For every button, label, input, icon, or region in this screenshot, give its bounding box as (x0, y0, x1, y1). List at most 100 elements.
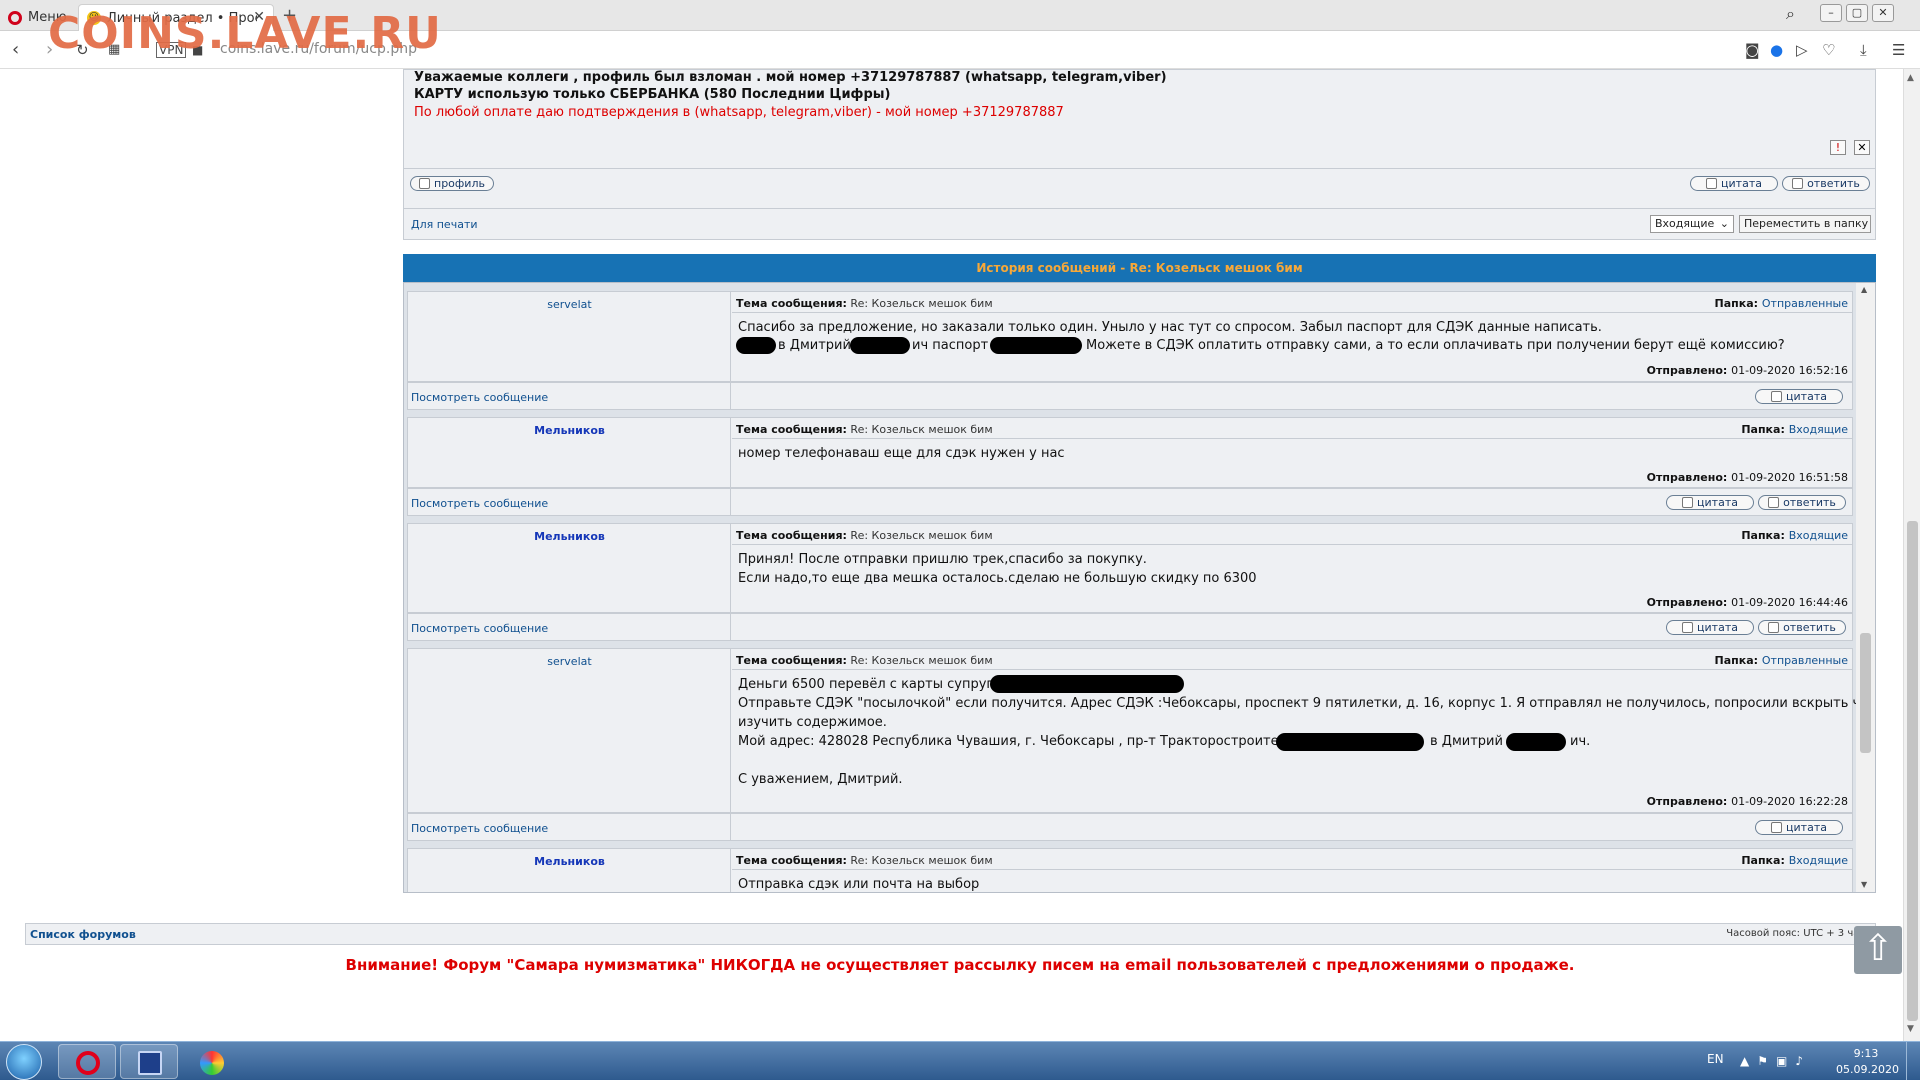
arrow-up-icon: ⇧ (1862, 928, 1894, 969)
view-message-link[interactable]: Посмотреть сообщение (411, 391, 548, 404)
scroll-down-icon[interactable]: ▼ (1861, 880, 1867, 889)
message-row: servelat Тема сообщения: Re: Козельск ме… (407, 648, 1875, 813)
message-text: Спасибо за предложение, но заказали толь… (738, 320, 1602, 335)
message-footer: Посмотреть сообщение цитата ответить (407, 613, 1853, 641)
move-to-folder-button[interactable]: Переместить в папку (1739, 215, 1871, 233)
author-cell: Мельников (408, 418, 731, 487)
taskbar-opera[interactable] (58, 1044, 116, 1079)
floppy-disk-icon (138, 1051, 162, 1075)
clock-date: 05.09.2020 (1836, 1063, 1899, 1076)
page-scroll-thumb[interactable] (1907, 521, 1918, 1021)
download-icon[interactable]: ⤓ (1860, 41, 1867, 59)
message-folder: Папка: Входящие (1741, 529, 1848, 542)
quote-button[interactable]: цитата (1690, 176, 1778, 191)
forum-list-link[interactable]: Список форумов (30, 928, 136, 941)
show-desktop-button[interactable] (1906, 1042, 1920, 1080)
page-scrollbar[interactable]: ▲ ▼ (1903, 69, 1920, 1041)
redaction-mark (850, 337, 910, 354)
view-message-link[interactable]: Посмотреть сообщение (411, 822, 548, 835)
report-icon[interactable]: ! (1830, 140, 1846, 155)
author-name[interactable]: Мельников (408, 424, 731, 437)
quote-button[interactable]: цитата (1666, 495, 1754, 510)
taskbar-save-app[interactable] (120, 1044, 178, 1079)
footer-left: Посмотреть сообщение (408, 814, 731, 840)
scroll-up-icon[interactable]: ▲ (1861, 285, 1867, 294)
footer-nav: Список форумов Часовой пояс: UTC + 3 час… (25, 923, 1876, 945)
message-subject: Тема сообщения: Re: Козельск мешок бим (736, 654, 993, 667)
message-text: Отправьте СДЭК "посылочкой" если получит… (738, 696, 1876, 711)
message-text: Деньги 6500 перевёл с карты супруги (738, 677, 1002, 692)
search-tabs-icon[interactable]: ⌕ (1786, 4, 1795, 24)
language-indicator[interactable]: EN (1707, 1052, 1724, 1066)
history-scrollbar[interactable]: ▲ ▼ (1856, 283, 1875, 892)
view-message-link[interactable]: Посмотреть сообщение (411, 497, 548, 510)
message-text: изучить содержимое. (738, 715, 887, 730)
message-divider (732, 438, 1852, 439)
close-window-icon[interactable]: ✕ (1872, 4, 1894, 22)
author-name[interactable]: Мельников (408, 530, 731, 543)
message-divider (732, 312, 1852, 313)
quote-icon (1706, 178, 1718, 189)
post-line-1: Уважаемые коллеги , профиль был взломан … (414, 70, 1167, 85)
view-message-link[interactable]: Посмотреть сообщение (411, 622, 548, 635)
footer-left: Посмотреть сообщение (408, 383, 731, 409)
footer-left: Посмотреть сообщение (408, 614, 731, 640)
quote-icon (1771, 822, 1783, 833)
quote-button[interactable]: цитата (1666, 620, 1754, 635)
delete-icon[interactable]: ✕ (1854, 140, 1870, 155)
camera-icon[interactable]: ◙ (1745, 41, 1760, 59)
author-name[interactable]: servelat (408, 655, 731, 668)
minimize-window-icon[interactable]: – (1820, 4, 1842, 22)
author-name[interactable]: Мельников (408, 855, 731, 868)
profile-button[interactable]: профиль (410, 176, 494, 191)
heart-icon[interactable]: ♡ (1822, 41, 1835, 59)
back-icon[interactable]: ‹ (12, 39, 19, 60)
clock[interactable]: 9:13 05.09.2020 (1836, 1046, 1899, 1078)
author-name[interactable]: servelat (408, 298, 731, 311)
redaction-mark (990, 675, 1184, 693)
print-link[interactable]: Для печати (411, 218, 478, 231)
message-folder: Папка: Отправленные (1714, 297, 1848, 310)
message-sent: Отправлено: 01-09-2020 16:52:16 (1646, 364, 1848, 377)
reply-button[interactable]: ответить (1758, 495, 1846, 510)
message-footer: Посмотреть сообщение цитата ответить (407, 488, 1853, 516)
warning-text: Внимание! Форум "Самара нумизматика" НИК… (345, 956, 1575, 974)
taskbar-paint[interactable] (182, 1044, 240, 1079)
history-panel: servelat Тема сообщения: Re: Козельск ме… (403, 282, 1876, 893)
scroll-up-icon[interactable]: ▲ (1907, 73, 1914, 83)
message-subject: Тема сообщения: Re: Козельск мешок бим (736, 297, 993, 310)
message-body: Тема сообщения: Re: Козельск мешок бим П… (732, 849, 1852, 892)
author-cell: Мельников (408, 524, 731, 612)
message-folder: Папка: Входящие (1741, 854, 1848, 867)
scroll-to-top-button[interactable]: ⇧ (1854, 926, 1902, 974)
footer-left: Посмотреть сообщение (408, 489, 731, 515)
message-text: Можете в СДЭК оплатить отправку сами, а … (1086, 338, 1785, 353)
author-cell: servelat (408, 649, 731, 812)
shield-check-icon[interactable]: ● (1770, 41, 1783, 59)
easy-setup-icon[interactable]: ☰ (1892, 41, 1905, 59)
reply-button[interactable]: ответить (1758, 620, 1846, 635)
message-body: Тема сообщения: Re: Козельск мешок бим П… (732, 418, 1852, 487)
post-line-3: По любой оплате даю подтверждения в (wha… (414, 105, 1064, 120)
send-icon[interactable]: ▷ (1796, 41, 1808, 59)
history-scroll-thumb[interactable] (1860, 633, 1871, 753)
quote-icon (1682, 497, 1694, 508)
message-text: Отправка сдэк или почта на выбор (738, 877, 980, 892)
system-tray-icons[interactable]: ▲⚑▣♪ (1740, 1054, 1811, 1068)
message-text: С уважением, Дмитрий. (738, 772, 903, 787)
folder-select[interactable]: Входящие ⌄ (1650, 215, 1734, 233)
reply-button[interactable]: ответить (1782, 176, 1870, 191)
quote-button[interactable]: цитата (1755, 389, 1843, 404)
message-folder: Папка: Входящие (1741, 423, 1848, 436)
clock-time: 9:13 (1853, 1047, 1879, 1060)
scroll-down-icon[interactable]: ▼ (1907, 1024, 1914, 1034)
redaction-mark (1276, 733, 1424, 751)
start-button[interactable] (6, 1044, 42, 1080)
quote-button[interactable]: цитата (1755, 820, 1843, 835)
message-subject: Тема сообщения: Re: Козельск мешок бим (736, 854, 993, 867)
message-footer: Посмотреть сообщение цитата (407, 382, 1853, 410)
opera-app-icon (76, 1051, 100, 1075)
message-text: Принял! После отправки пришлю трек,спаси… (738, 552, 1147, 567)
maximize-window-icon[interactable]: ▢ (1846, 4, 1868, 22)
message-sent: Отправлено: 01-09-2020 16:22:28 (1646, 795, 1848, 808)
